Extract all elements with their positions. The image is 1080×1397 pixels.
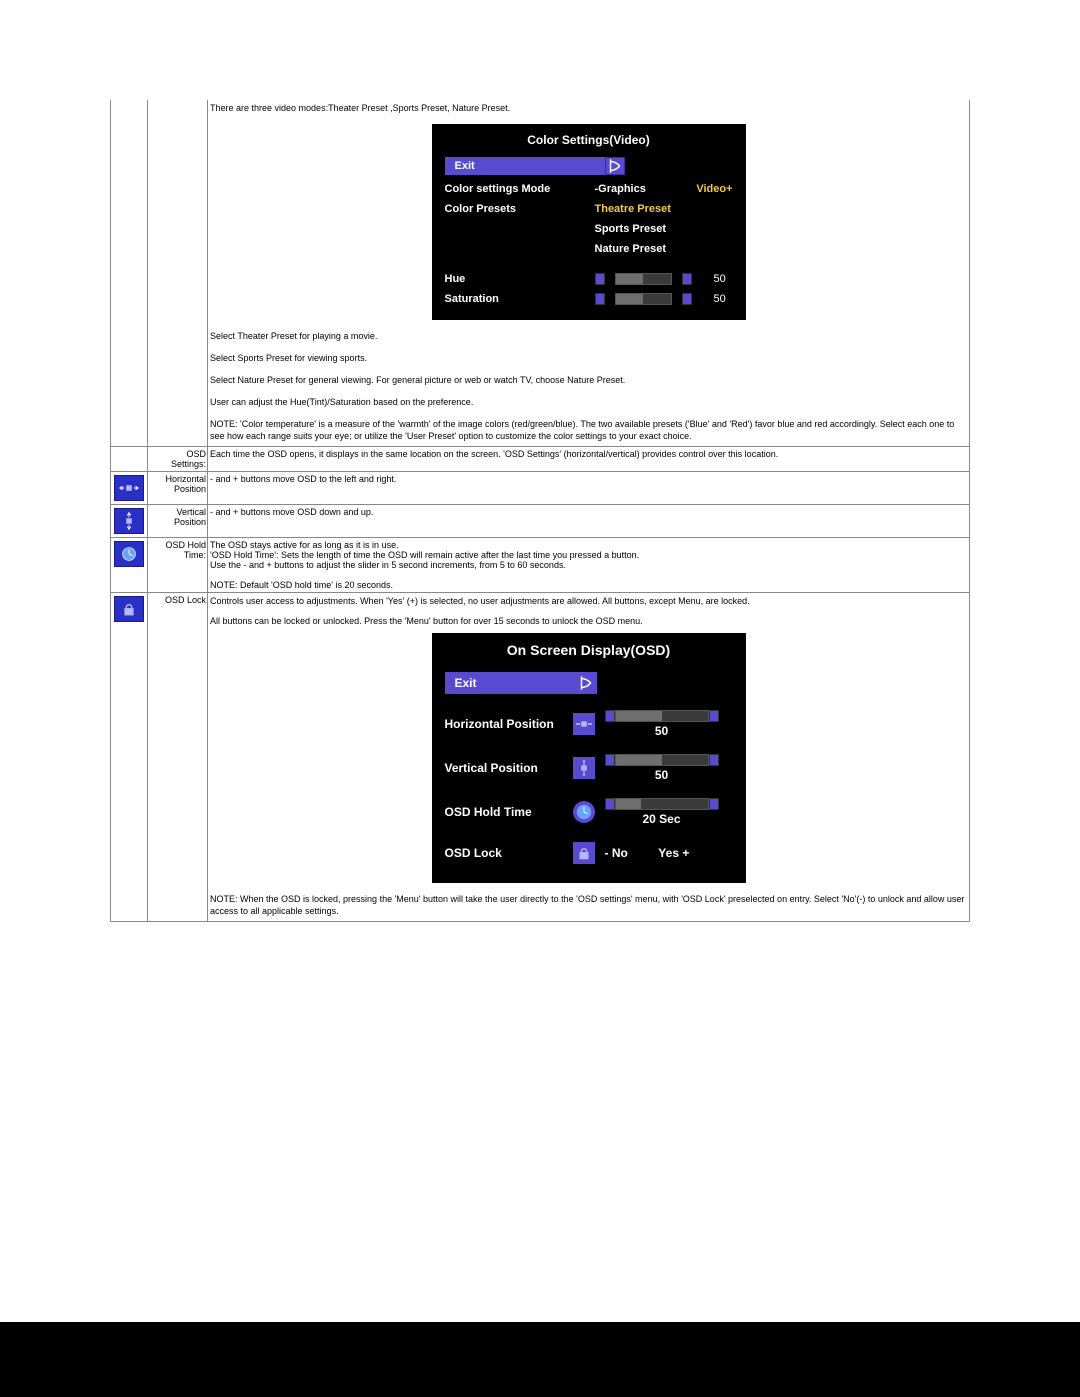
osd-settings-label: OSD Settings: [148, 447, 208, 472]
osd2-lock-no: - No [605, 846, 628, 860]
exit-icon [605, 157, 625, 175]
osd-settings-text: Each time the OSD opens, it displays in … [208, 447, 970, 472]
slider-minus-icon [595, 273, 605, 285]
color-settings-osd-panel: Color Settings(Video) Exit Color setting… [432, 124, 746, 320]
video-modes-intro: There are three video modes:Theater Pres… [210, 102, 967, 114]
slider-plus-icon [709, 754, 719, 766]
osd-settings-panel: On Screen Display(OSD) Exit Horizontal P… [432, 633, 746, 883]
hue-sat-desc: User can adjust the Hue(Tint)/Saturation… [210, 396, 967, 408]
vpos-label: Vertical Position [148, 505, 208, 538]
color-settings-content: There are three video modes:Theater Pres… [208, 100, 970, 447]
osd2-hpos-row[interactable]: Horizontal Position 50 [439, 702, 739, 746]
osd2-exit-row[interactable]: Exit [439, 664, 739, 702]
horizontal-position-icon [573, 713, 595, 735]
lock-content: Controls user access to adjustments. Whe… [208, 593, 970, 922]
slider-minus-icon [605, 754, 615, 766]
slider-plus-icon [682, 293, 692, 305]
theater-desc: Select Theater Preset for playing a movi… [210, 330, 967, 342]
osd2-exit-label: Exit [445, 672, 575, 694]
preset-sports-row[interactable]: Sports Preset [439, 219, 739, 239]
osd2-hpos-label: Horizontal Position [445, 717, 573, 731]
horizontal-position-icon [114, 475, 144, 501]
color-presets-row[interactable]: Color Presets Theatre Preset [439, 199, 739, 219]
color-temp-note: NOTE: 'Color temperature' is a measure o… [210, 418, 967, 442]
hold-note: NOTE: Default 'OSD hold time' is 20 seco… [210, 580, 967, 590]
color-presets-label: Color Presets [445, 203, 595, 215]
slider-minus-icon [605, 710, 615, 722]
osd2-title: On Screen Display(OSD) [439, 638, 739, 664]
hold-line2: 'OSD Hold Time': Sets the length of time… [210, 550, 967, 560]
osd2-lock-yes: Yes + [658, 846, 689, 860]
clock-icon [114, 541, 144, 567]
hold-icon-cell [111, 538, 148, 593]
osd-title: Color Settings(Video) [439, 129, 739, 153]
hold-line3: Use the - and + buttons to adjust the sl… [210, 560, 967, 570]
slider-minus-icon [605, 798, 615, 810]
vpos-icon-cell [111, 505, 148, 538]
hue-value: 50 [714, 273, 726, 285]
osd2-lock-row[interactable]: OSD Lock - No Yes + [439, 834, 739, 872]
preset-nature: Nature Preset [595, 243, 667, 255]
lock-icon-cell [111, 593, 148, 922]
exit-label: Exit [445, 157, 605, 175]
vpos-text: - and + buttons move OSD down and up. [208, 505, 970, 538]
slider-plus-icon [709, 798, 719, 810]
label-col [148, 100, 208, 447]
vertical-position-icon [114, 508, 144, 534]
hpos-icon-cell [111, 472, 148, 505]
saturation-slider[interactable] [615, 293, 672, 305]
icon-col [111, 100, 148, 447]
clock-icon [573, 801, 595, 823]
lock-note: NOTE: When the OSD is locked, pressing t… [210, 893, 967, 917]
osd2-hpos-value: 50 [616, 724, 708, 738]
lock-icon [114, 596, 144, 622]
osd2-vpos-value: 50 [616, 768, 708, 782]
osd2-hold-slider[interactable] [615, 798, 709, 810]
lock-line1: Controls user access to adjustments. Whe… [210, 595, 967, 607]
osd-settings-icon-cell [111, 447, 148, 472]
slider-minus-icon [595, 293, 605, 305]
slider-plus-icon [682, 273, 692, 285]
lock-label: OSD Lock [148, 593, 208, 922]
osd2-vpos-slider[interactable] [615, 754, 709, 766]
osd2-lock-label: OSD Lock [445, 846, 573, 860]
osd2-hpos-slider[interactable] [615, 710, 709, 722]
osd2-vpos-row[interactable]: Vertical Position 50 [439, 746, 739, 790]
color-mode-label: Color settings Mode [445, 183, 595, 195]
saturation-label: Saturation [445, 293, 595, 305]
saturation-value: 50 [714, 293, 726, 305]
hpos-text: - and + buttons move OSD to the left and… [208, 472, 970, 505]
exit-icon [575, 672, 597, 694]
lock-icon [573, 842, 595, 864]
osd2-hold-row[interactable]: OSD Hold Time 20 Sec [439, 790, 739, 834]
slider-plus-icon [709, 710, 719, 722]
hold-label: OSD Hold Time: [148, 538, 208, 593]
vertical-position-icon [573, 757, 595, 779]
saturation-row[interactable]: Saturation 50 [439, 289, 739, 309]
preset-theatre: Theatre Preset [595, 203, 671, 215]
nature-desc: Select Nature Preset for general viewing… [210, 374, 967, 386]
preset-sports: Sports Preset [595, 223, 667, 235]
hue-slider[interactable] [615, 273, 672, 285]
color-mode-graphics: -Graphics [595, 183, 646, 195]
hue-label: Hue [445, 273, 595, 285]
sports-desc: Select Sports Preset for viewing sports. [210, 352, 967, 364]
preset-nature-row[interactable]: Nature Preset [439, 239, 739, 259]
osd-exit-row[interactable]: Exit [439, 153, 739, 179]
settings-table: There are three video modes:Theater Pres… [110, 100, 970, 922]
hue-row[interactable]: Hue 50 [439, 269, 739, 289]
hold-content: The OSD stays active for as long as it i… [208, 538, 970, 593]
hold-line1: The OSD stays active for as long as it i… [210, 540, 967, 550]
hpos-label: Horizontal Position [148, 472, 208, 505]
color-mode-active: Video+ [696, 183, 732, 195]
osd2-hold-label: OSD Hold Time [445, 805, 573, 819]
color-mode-row[interactable]: Color settings Mode -Graphics Video+ [439, 179, 739, 199]
osd2-hold-value: 20 Sec [616, 812, 708, 826]
lock-line2: All buttons can be locked or unlocked. P… [210, 615, 967, 627]
osd2-vpos-label: Vertical Position [445, 761, 573, 775]
